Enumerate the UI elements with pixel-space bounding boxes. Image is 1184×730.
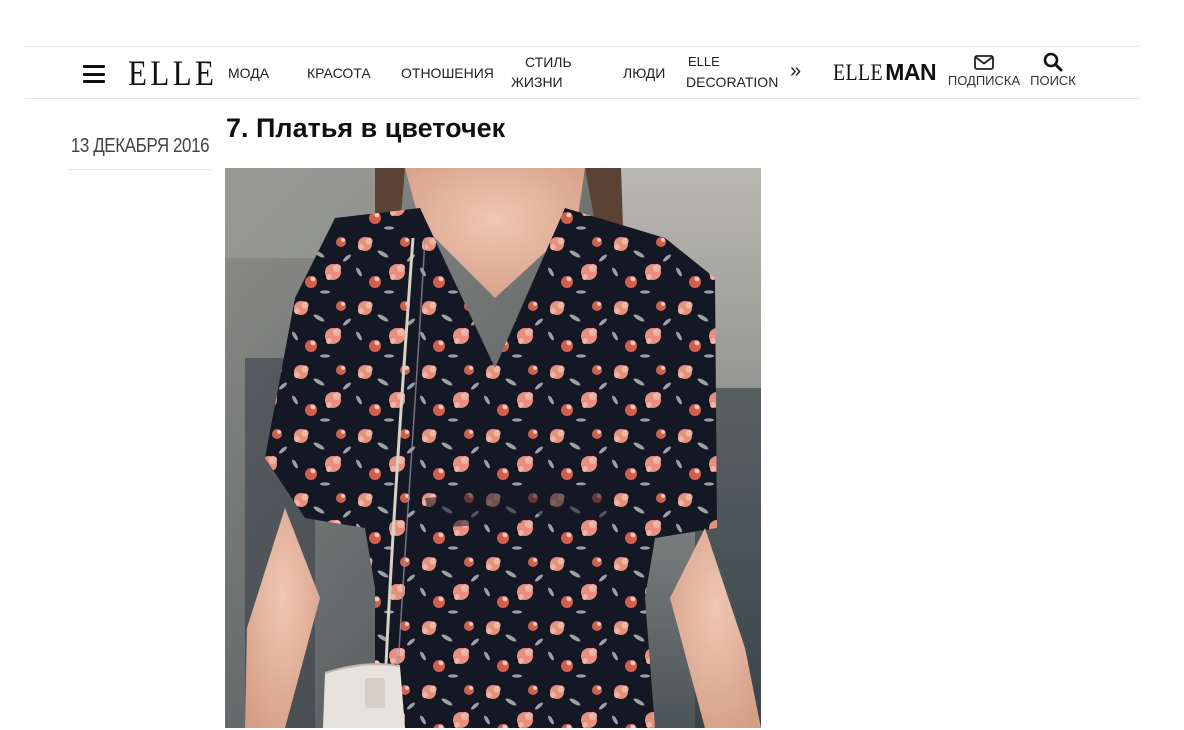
nav-item-elle-decoration[interactable]: ELLE DECORATION	[686, 52, 778, 92]
elle-logo[interactable]: ELLE	[128, 53, 217, 93]
nav-item-moda[interactable]: МОДА	[228, 63, 269, 83]
nav-item-stil-zhizni[interactable]: СТИЛЬ ЖИЗНИ	[511, 52, 583, 92]
elleman-link[interactable]: ELLEMAN	[833, 58, 937, 87]
nav-item-krasota[interactable]: КРАСОТА	[307, 63, 371, 83]
nav-item-line2: ЖИЗНИ	[511, 74, 563, 90]
subscribe-button[interactable]: ПОДПИСКА	[947, 51, 1021, 89]
subscribe-label: ПОДПИСКА	[947, 73, 1021, 88]
article-photo	[225, 168, 761, 728]
article-title: 7. Платья в цветочек	[226, 113, 506, 143]
more-nav-icon[interactable]: »	[790, 60, 801, 83]
search-icon	[1028, 51, 1078, 73]
nav-item-line1: ELLE	[688, 54, 720, 69]
nav-item-line1: СТИЛЬ	[525, 54, 572, 70]
elleman-logo-part1: ELLE	[833, 60, 884, 85]
nav-item-line2: DECORATION	[686, 74, 779, 90]
search-label: ПОИСК	[1030, 73, 1076, 88]
floral-dress-photo	[225, 168, 761, 728]
search-button[interactable]: ПОИСК	[1028, 51, 1078, 89]
nav-item-otnosheniya[interactable]: ОТНОШЕНИЯ	[401, 63, 494, 83]
article-date: 13 ДЕКАБРЯ 2016	[68, 131, 212, 170]
elleman-logo-part2: MAN	[885, 59, 937, 85]
main-navigation: ELLE МОДА КРАСОТА ОТНОШЕНИЯ СТИЛЬ ЖИЗНИ …	[25, 47, 1140, 99]
nav-item-lyudi[interactable]: ЛЮДИ	[623, 63, 665, 83]
envelope-icon	[947, 51, 1021, 73]
menu-icon[interactable]	[83, 65, 105, 83]
